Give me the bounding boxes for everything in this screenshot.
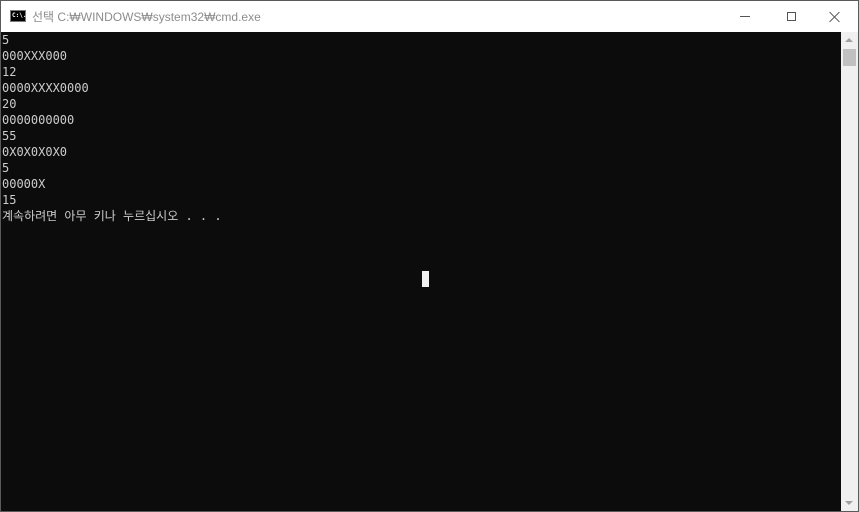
maximize-button[interactable] <box>768 1 814 32</box>
console-line: 20 <box>2 97 17 111</box>
console-line: 0000XXXX0000 <box>2 81 89 95</box>
title-bar[interactable]: C:\. 선택 C:₩WINDOWS₩system32₩cmd.exe <box>1 1 858 32</box>
console-line: 5 <box>2 33 10 47</box>
console-line: 15 <box>2 193 17 207</box>
console-line: 5 <box>2 161 10 175</box>
console-line: 55 <box>2 129 17 143</box>
console-line: 12 <box>2 65 17 79</box>
close-icon <box>829 11 841 23</box>
console-line: 00000X <box>2 177 46 191</box>
console-prompt-line: 계속하려면 아무 키나 누르십시오 . . . <box>2 209 222 223</box>
maximize-icon <box>786 12 796 21</box>
console-line: 000XXX000 <box>2 49 68 63</box>
scroll-down-arrow-icon[interactable] <box>845 501 853 505</box>
console-output[interactable]: 5 000XXX000 12 0000XXXX0000 20 000000000… <box>1 32 841 511</box>
vertical-scrollbar[interactable] <box>841 32 858 511</box>
cmd-icon[interactable]: C:\. <box>10 10 26 22</box>
close-button[interactable] <box>812 1 858 32</box>
console-line: 0X0X0X0X0 <box>2 145 68 159</box>
text-cursor <box>422 271 429 287</box>
cmd-window: C:\. 선택 C:₩WINDOWS₩system32₩cmd.exe 5 00… <box>0 0 859 512</box>
cmd-icon-label: C:\. <box>12 12 27 19</box>
minimize-icon <box>740 16 750 17</box>
scrollbar-thumb[interactable] <box>843 49 856 66</box>
minimize-button[interactable] <box>722 1 768 32</box>
scroll-up-arrow-icon[interactable] <box>845 38 853 42</box>
console-line: 0000000000 <box>2 113 75 127</box>
window-title: 선택 C:₩WINDOWS₩system32₩cmd.exe <box>32 10 261 24</box>
